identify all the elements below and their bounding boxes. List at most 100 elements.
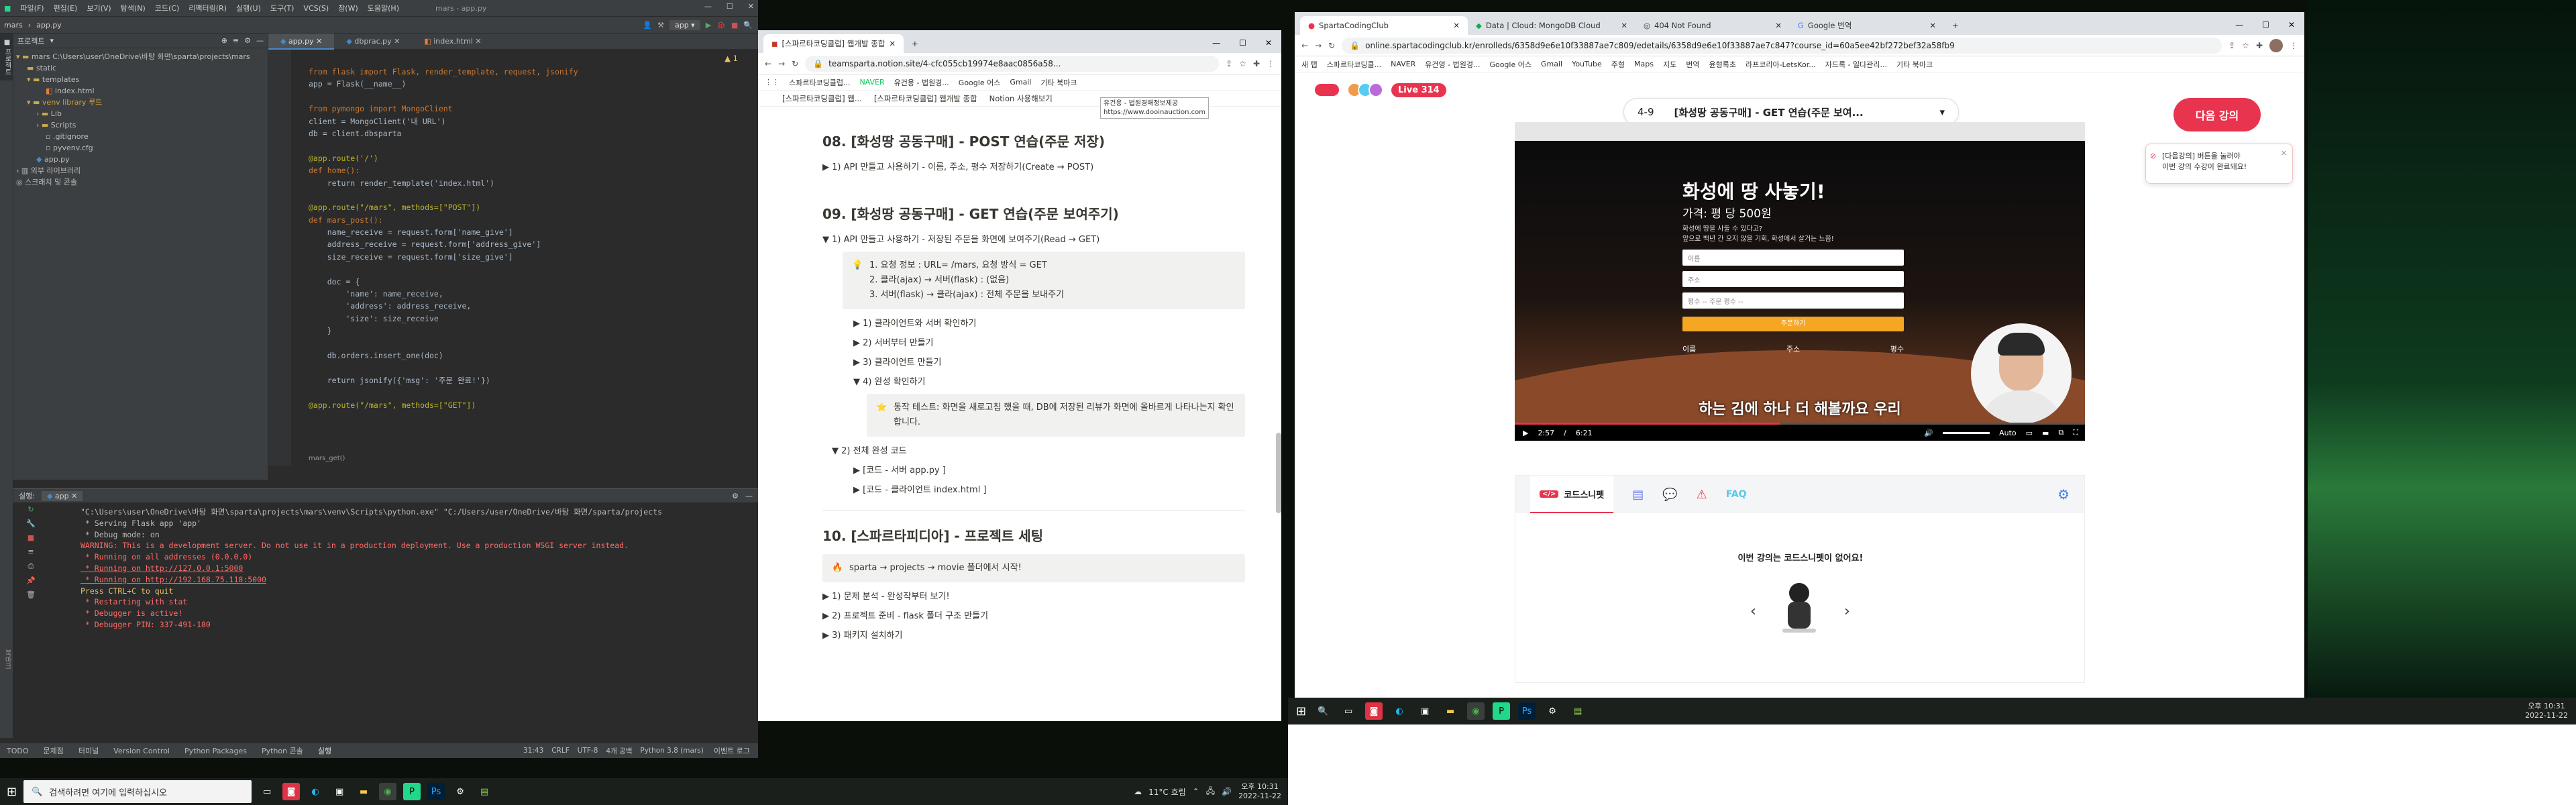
tree-item-gitignore[interactable]: ▫ .gitignore xyxy=(16,131,268,142)
tree-item-scratches[interactable]: ◎ 스크래치 및 콘솔 xyxy=(16,176,268,188)
menu-view[interactable]: 보기(V) xyxy=(87,3,111,13)
menu-code[interactable]: 코드(C) xyxy=(155,3,180,13)
bookmark-item[interactable]: 지도 xyxy=(1663,59,1676,70)
play-icon[interactable]: ▶ xyxy=(1523,429,1528,437)
minimize-icon[interactable]: — xyxy=(2226,20,2253,35)
task-view-icon[interactable]: ▭ xyxy=(258,783,276,800)
status-event-log[interactable]: 이벤트 로그 xyxy=(714,745,750,756)
taskbar-search-box[interactable]: 🔍 검색하려면 여기에 입력하십시오 xyxy=(23,780,252,803)
tab-404[interactable]: ◎ 404 Not Found ✕ xyxy=(1635,16,1790,35)
extensions-icon[interactable]: ✚ xyxy=(2256,41,2263,50)
toggle-sec09-api[interactable]: ▼ 1) API 만들고 사용하기 - 저장된 주문을 화면에 보여주기(Rea… xyxy=(822,232,1245,245)
chrome-icon[interactable]: ◉ xyxy=(379,783,397,800)
pip-icon[interactable]: ⧉ xyxy=(2058,428,2063,437)
bookmark-item[interactable]: 주형 xyxy=(1611,59,1625,70)
close-icon[interactable]: ✕ xyxy=(748,2,754,11)
bookmark-item[interactable]: 윤형록초 xyxy=(1709,59,1736,70)
network-icon[interactable]: 🖧 xyxy=(1206,785,1215,799)
toggle-step-4[interactable]: ▼ 4) 완성 확인하기 xyxy=(853,374,1245,387)
toggle-step-2[interactable]: ▶ 2) 서버부터 만들기 xyxy=(853,335,1245,348)
debug-icon[interactable]: 🐞 xyxy=(716,21,726,30)
warning-icon[interactable]: ▲ 1 xyxy=(724,54,738,63)
user-icon[interactable]: 👤 xyxy=(643,21,652,30)
tab-sparta[interactable]: ● SpartaCodingClub ✕ xyxy=(1300,16,1468,35)
notion-breadcrumb-item[interactable]: [스파르타코딩클럽] 웹개발 종합 xyxy=(874,93,977,104)
bookmark-item[interactable]: NAVER xyxy=(1391,60,1415,68)
minimize-icon[interactable]: — xyxy=(1203,38,1230,53)
app-red-icon[interactable]: ◙ xyxy=(282,783,301,800)
close-icon[interactable]: ✕ xyxy=(1929,21,1936,30)
breadcrumb-file[interactable]: app.py xyxy=(36,21,62,30)
run-tab[interactable]: ◆ app ✕ xyxy=(41,490,83,501)
notes-icon[interactable]: ▤ xyxy=(1632,488,1644,502)
close-icon[interactable]: ✕ xyxy=(1621,21,1627,30)
project-tool-button[interactable]: ■ 프로젝트 xyxy=(0,34,14,81)
menu-navigate[interactable]: 탐색(N) xyxy=(121,3,146,13)
bookmark-item[interactable]: 유건영 - 법원경... xyxy=(1425,59,1480,70)
new-tab-button[interactable]: + xyxy=(904,34,926,53)
bookmark-item[interactable]: Maps xyxy=(1634,60,1654,68)
project-label[interactable]: 프로젝트 xyxy=(17,36,44,46)
tree-item-pyvenv[interactable]: ▫ pyvenv.cfg xyxy=(16,142,268,154)
tree-item-venv[interactable]: ▾ ▬ venv library 루트 xyxy=(16,97,268,108)
menu-kebab-icon[interactable]: ⋮ xyxy=(1267,59,1275,68)
breadcrumb-project[interactable]: mars xyxy=(4,21,23,30)
status-python-packages[interactable]: Python Packages xyxy=(184,747,247,755)
notion-scrollbar[interactable] xyxy=(1276,433,1281,513)
star-icon[interactable]: ☆ xyxy=(2242,41,2249,50)
bookmark-item[interactable]: 번역 xyxy=(1686,59,1699,70)
menu-kebab-icon[interactable]: ⋮ xyxy=(2290,41,2298,50)
toggle-full-code[interactable]: ▼ 2) 전체 완성 코드 xyxy=(832,443,1245,456)
toggle-step-3[interactable]: ▶ 3) 클라이언트 만들기 xyxy=(853,355,1245,368)
reload-icon[interactable]: ↻ xyxy=(792,59,798,68)
tree-item-index-html[interactable]: ◧ index.html xyxy=(16,85,268,97)
edge-icon[interactable]: ◐ xyxy=(1391,702,1408,720)
pycharm-icon[interactable]: P xyxy=(403,783,421,800)
terminal-icon[interactable]: ▤ xyxy=(1569,702,1587,720)
extensions-icon[interactable]: ✚ xyxy=(1253,59,1260,68)
tree-item-lib[interactable]: › ▬ Lib xyxy=(16,108,268,119)
weather-text[interactable]: 11°C 흐림 xyxy=(1148,786,1186,798)
windows-start-icon[interactable]: ⊞ xyxy=(7,785,17,799)
close-icon[interactable]: ✕ xyxy=(889,39,896,48)
bookmark-item[interactable]: Google 어스 xyxy=(1489,59,1532,70)
chat-icon[interactable]: 💬 xyxy=(1662,488,1677,502)
interpreter[interactable]: Python 3.8 (mars) xyxy=(640,747,703,755)
clock[interactable]: 오후 10:31 2022-11-22 xyxy=(2525,702,2568,720)
volume-icon[interactable]: 🔊 xyxy=(1222,787,1232,796)
run-icon[interactable]: ▶ xyxy=(706,21,711,30)
toggle-sec10-1[interactable]: ▶ 1) 문제 분석 - 완성작부터 보기! xyxy=(822,589,1245,602)
hammer-icon[interactable]: ⚒ xyxy=(657,21,664,30)
next-arrow-icon[interactable]: › xyxy=(1844,603,1850,620)
back-icon[interactable]: ← xyxy=(1301,41,1308,50)
run-config-select[interactable]: app ▾ xyxy=(669,19,700,30)
minimize-icon[interactable]: — xyxy=(704,2,712,11)
photoshop-icon[interactable]: Ps xyxy=(427,783,445,800)
notion-url-field[interactable]: 🔒 teamsparta.notion.site/4-cfc055cb19974e… xyxy=(805,55,1220,72)
editor-breadcrumb[interactable]: mars_get() xyxy=(309,455,345,466)
menu-tools[interactable]: 도구(T) xyxy=(270,3,294,13)
toggle-sec10-3[interactable]: ▶ 3) 패키지 설치하기 xyxy=(822,628,1245,641)
trash-icon[interactable]: 🗑 xyxy=(26,590,36,599)
bookmark-item[interactable]: 자드록 - 일다관리... xyxy=(1825,59,1887,70)
volume-icon[interactable]: 🔊 xyxy=(1924,429,1933,437)
warning-icon[interactable]: ⚠ xyxy=(1697,488,1707,502)
windows-start-icon[interactable]: ⊞ xyxy=(1296,704,1306,718)
print-icon[interactable]: ⎙ xyxy=(28,561,34,571)
bookmarks-tool-button[interactable]: 북마크 xyxy=(0,644,14,675)
notion-tab[interactable]: ◼ [스파르타코딩클럽] 웹개발 종합 ✕ xyxy=(763,34,904,53)
console-output[interactable]: "C:\Users\user\OneDrive\바탕 화면\sparta\pro… xyxy=(80,506,662,631)
close-icon[interactable]: ✕ xyxy=(2281,148,2287,159)
back-icon[interactable]: ← xyxy=(765,59,771,68)
edge-icon[interactable]: ◐ xyxy=(307,783,324,800)
tab-mongodb[interactable]: ◆ Data | Cloud: MongoDB Cloud ✕ xyxy=(1468,16,1635,35)
status-python-console[interactable]: Python 콘솔 xyxy=(262,745,303,756)
rerun-icon[interactable]: ↻ xyxy=(28,505,34,514)
search-icon[interactable]: 🔍 xyxy=(1314,702,1332,720)
captions-icon[interactable]: ▭ xyxy=(2026,429,2033,437)
tab-google-translate[interactable]: G Google 번역 ✕ xyxy=(1790,16,1944,35)
tab-dbprac-py[interactable]: ◆ dbprac.py ✕ xyxy=(334,34,412,50)
close-icon[interactable]: ✕ xyxy=(1256,38,1281,53)
close-icon[interactable]: ✕ xyxy=(1775,21,1782,30)
indent-setting[interactable]: 4개 공백 xyxy=(606,746,632,756)
